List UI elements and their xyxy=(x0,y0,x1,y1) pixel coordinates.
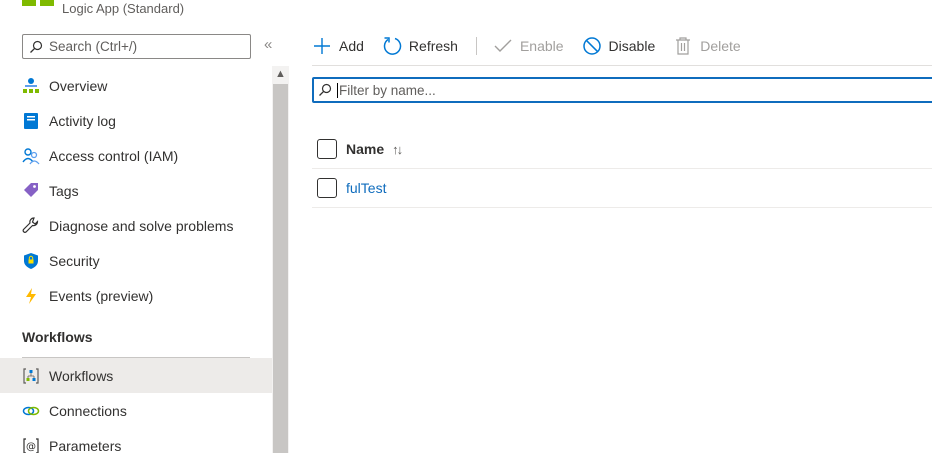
select-all-checkbox[interactable] xyxy=(317,139,337,159)
sidebar-item-label: Activity log xyxy=(49,112,116,129)
search-icon xyxy=(319,83,332,96)
disable-button[interactable]: Disable xyxy=(582,36,656,56)
add-button-label: Add xyxy=(339,38,364,54)
sidebar-item-label: Access control (IAM) xyxy=(49,147,179,164)
sort-arrows-icon[interactable]: ↑↓ xyxy=(392,142,403,157)
sidebar-item-parameters[interactable]: @ Parameters xyxy=(0,428,272,453)
parameters-icon: @ xyxy=(22,437,40,453)
sidebar-item-label: Security xyxy=(49,252,100,269)
sidebar-item-label: Diagnose and solve problems xyxy=(49,217,234,234)
left-nav: Logic App (Standard) Search (Ctrl+/) « O… xyxy=(0,0,290,453)
sidebar-item-activity-log[interactable]: Activity log xyxy=(0,103,272,138)
activity-log-icon xyxy=(22,112,40,130)
sidebar-item-overview[interactable]: Overview xyxy=(0,68,272,103)
refresh-button-label: Refresh xyxy=(408,38,458,54)
sidebar-item-events[interactable]: Events (preview) xyxy=(0,278,272,313)
column-header-name[interactable]: Name xyxy=(346,141,384,157)
table-header-row: Name ↑↓ xyxy=(312,130,932,169)
search-input[interactable]: Search (Ctrl+/) xyxy=(22,34,251,59)
tag-icon xyxy=(22,182,40,200)
filter-input[interactable]: Filter by name... xyxy=(312,77,932,103)
shield-icon xyxy=(22,252,40,270)
workflow-icon xyxy=(22,367,40,385)
block-icon xyxy=(582,36,602,56)
toolbar-divider xyxy=(312,65,932,66)
app-window: Logic App (Standard) Search (Ctrl+/) « O… xyxy=(0,0,932,453)
scroll-up-icon[interactable]: ▲ xyxy=(275,68,286,80)
nav-scrollbar[interactable]: ▲ xyxy=(272,66,289,453)
nav-list: Overview Activity log Access control (IA… xyxy=(0,68,272,453)
resource-type-subtitle: Logic App (Standard) xyxy=(62,1,185,16)
trash-icon xyxy=(673,36,693,56)
command-bar: Add Refresh Enable Disable Delete xyxy=(312,32,759,60)
refresh-button[interactable]: Refresh xyxy=(382,36,458,56)
disable-button-label: Disable xyxy=(608,38,656,54)
svg-text:@: @ xyxy=(26,441,36,452)
checkmark-icon xyxy=(493,36,513,56)
main-content: Add Refresh Enable Disable Delete Filter… xyxy=(290,0,932,453)
delete-button[interactable]: Delete xyxy=(673,36,741,56)
scrollbar-thumb[interactable] xyxy=(273,84,288,453)
overview-icon xyxy=(22,77,40,95)
plus-icon xyxy=(312,36,332,56)
sidebar-item-label: Workflows xyxy=(49,367,114,384)
sidebar-item-label: Events (preview) xyxy=(49,287,154,304)
filter-placeholder: Filter by name... xyxy=(339,82,436,98)
row-checkbox[interactable] xyxy=(317,178,337,198)
refresh-icon xyxy=(382,36,402,56)
delete-button-label: Delete xyxy=(700,38,741,54)
search-placeholder: Search (Ctrl+/) xyxy=(49,39,138,54)
workflow-link[interactable]: fulTest xyxy=(346,180,386,196)
access-control-icon xyxy=(22,147,40,165)
workflows-table: Name ↑↓ fulTest xyxy=(312,130,932,208)
enable-button[interactable]: Enable xyxy=(493,36,564,56)
section-header-workflows: Workflows xyxy=(22,329,93,345)
table-row[interactable]: fulTest xyxy=(312,169,932,208)
add-button[interactable]: Add xyxy=(312,36,364,56)
sidebar-item-label: Connections xyxy=(49,402,127,419)
collapse-menu-button[interactable]: « xyxy=(264,36,273,53)
sidebar-item-workflows[interactable]: Workflows xyxy=(0,358,272,393)
sidebar-item-label: Overview xyxy=(49,77,108,94)
lightning-icon xyxy=(22,287,40,305)
enable-button-label: Enable xyxy=(519,38,564,54)
app-logo-icon xyxy=(40,0,54,6)
app-logo-icon xyxy=(22,0,36,6)
wrench-icon xyxy=(22,216,40,235)
sidebar-item-security[interactable]: Security xyxy=(0,243,272,278)
sidebar-item-connections[interactable]: Connections xyxy=(0,393,272,428)
sidebar-item-label: Parameters xyxy=(49,437,122,453)
text-cursor xyxy=(337,82,338,98)
sidebar-item-diagnose[interactable]: Diagnose and solve problems xyxy=(0,208,272,243)
connections-icon xyxy=(22,402,40,420)
sidebar-item-tags[interactable]: Tags xyxy=(0,173,272,208)
sidebar-item-label: Tags xyxy=(49,182,79,199)
toolbar-separator xyxy=(475,37,477,55)
sidebar-item-access-control[interactable]: Access control (IAM) xyxy=(0,138,272,173)
search-icon xyxy=(30,40,43,53)
